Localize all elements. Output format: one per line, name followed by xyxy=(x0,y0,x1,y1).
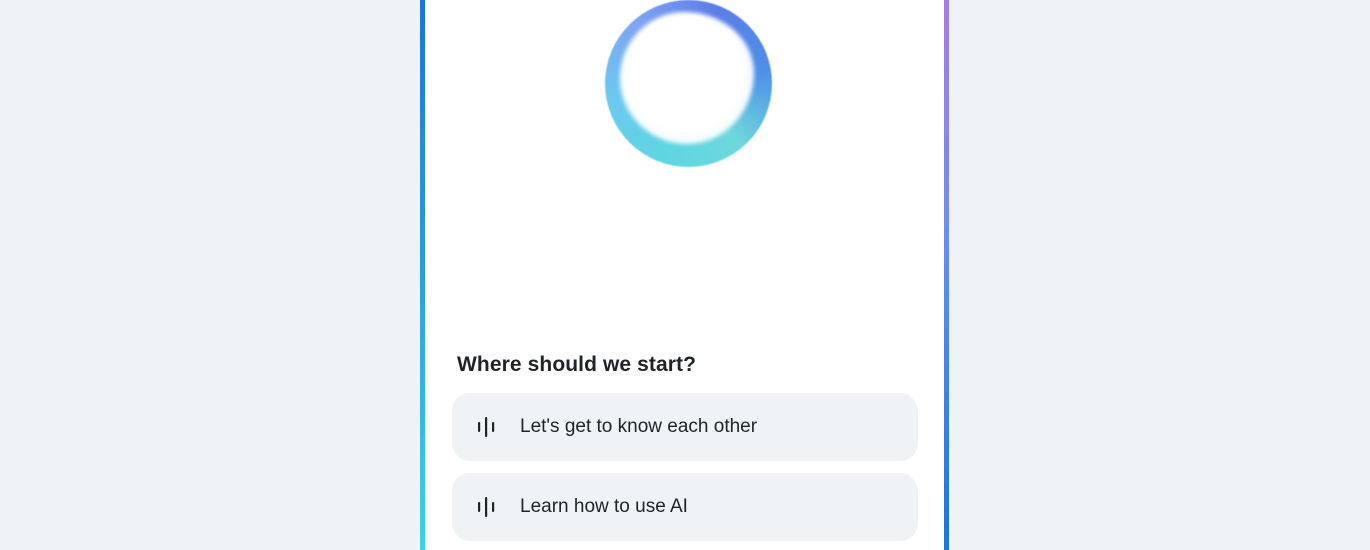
suggestion-get-to-know[interactable]: Let's get to know each other xyxy=(452,393,918,461)
suggestion-label: Let's get to know each other xyxy=(520,416,758,437)
suggestion-label: Learn how to use AI xyxy=(520,496,688,517)
voice-wave-icon xyxy=(478,417,495,437)
voice-wave-icon xyxy=(478,497,495,517)
app-screen: Where should we start? Let's get to know… xyxy=(0,0,1370,550)
assistant-panel: Where should we start? Let's get to know… xyxy=(425,0,944,550)
section-title: Where should we start? xyxy=(457,353,697,376)
suggestion-learn-ai[interactable]: Learn how to use AI xyxy=(452,473,918,541)
gradient-frame: Where should we start? Let's get to know… xyxy=(420,0,949,550)
